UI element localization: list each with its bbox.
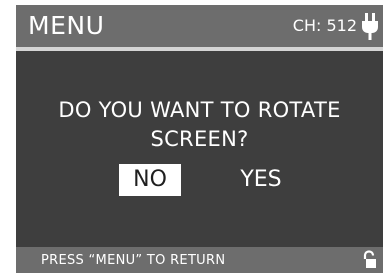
return-hint: PRESS “MENU” TO RETURN [41, 253, 226, 268]
power-plug-icon [362, 13, 378, 40]
rotate-question: DO YOU WANT TO ROTATE SCREEN? [16, 96, 383, 154]
device-screen: MENU CH: 512 DO YOU WANT TO ROTATE SCREE… [16, 5, 383, 273]
question-line-1: DO YOU WANT TO ROTATE [58, 98, 341, 122]
header-divider [16, 47, 383, 51]
footer-bar: PRESS “MENU” TO RETURN [16, 247, 383, 273]
header-bar: MENU CH: 512 [16, 5, 383, 47]
no-option-button[interactable]: NO [119, 164, 181, 196]
unlocked-padlock-icon [363, 250, 376, 268]
yes-option-button[interactable]: YES [226, 164, 296, 196]
menu-title: MENU [28, 11, 105, 40]
channel-indicator: CH: 512 [292, 16, 357, 35]
question-line-2: SCREEN? [150, 127, 249, 151]
